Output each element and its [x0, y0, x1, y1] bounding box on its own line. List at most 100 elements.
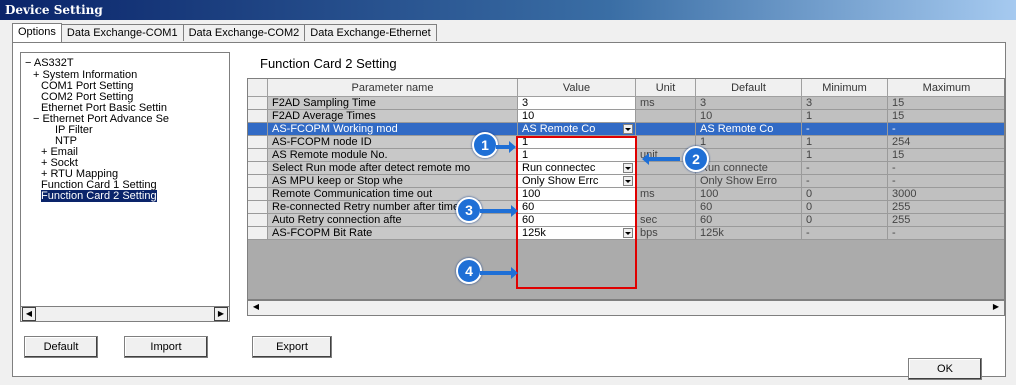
cell-max: -	[888, 162, 1004, 175]
cell-min: 1	[802, 110, 888, 123]
grid-horizontal-scrollbar[interactable]: ◀ ▶	[247, 300, 1005, 316]
cell-text: Only Show Erro	[700, 175, 778, 187]
cell-default: 100	[696, 188, 802, 201]
table-row[interactable]: F2AD Average Times 10 10 1 15	[248, 110, 1004, 123]
cell-text: 3	[700, 97, 707, 109]
tab-strip: Options Data Exchange-COM1 Data Exchange…	[12, 23, 437, 42]
tree-collapse-icon[interactable]: −	[33, 113, 39, 125]
cell-max: -	[888, 227, 1004, 240]
callout-badge-2: 2	[683, 146, 709, 172]
cell-default: 1	[696, 149, 802, 162]
tab-data-exchange-com2[interactable]: Data Exchange-COM2	[182, 24, 306, 41]
grid-scroll-left-icon[interactable]: ◀	[249, 301, 263, 315]
cell-default: Only Show Erro	[696, 175, 802, 188]
scroll-right-icon[interactable]: ▶	[214, 307, 228, 321]
device-setting-window: Device Setting Options Data Exchange-COM…	[0, 0, 1016, 385]
cell-unit: ms	[636, 188, 696, 201]
tree-horizontal-scrollbar[interactable]: ◀ ▶	[20, 306, 230, 322]
cell-text: ms	[640, 188, 655, 200]
cell-text: 10	[522, 110, 535, 122]
cell-default: Run connecte	[696, 162, 802, 175]
cell-max: 15	[888, 149, 1004, 162]
cell-text: sec	[640, 214, 658, 226]
tree-collapse-icon[interactable]: −	[25, 57, 34, 69]
header-value[interactable]: Value	[518, 79, 636, 97]
tree-item[interactable]: Function Card 2 Setting	[41, 190, 157, 202]
tree-expand-icon[interactable]: +	[33, 69, 39, 81]
cell-default: 3	[696, 97, 802, 110]
table-row[interactable]: F2AD Sampling Time 3 ms 3 3 15	[248, 97, 1004, 110]
cell-text: AS-FCOPM Working mod	[272, 123, 398, 135]
row-indicator[interactable]	[248, 175, 268, 188]
row-indicator[interactable]	[248, 149, 268, 162]
cell-text: 3000	[892, 188, 917, 200]
tab-data-exchange-com1[interactable]: Data Exchange-COM1	[60, 24, 184, 41]
tree-item-label: Function Card 2 Setting	[41, 190, 157, 202]
cell-min: -	[802, 162, 888, 175]
default-button[interactable]: Default	[24, 336, 98, 358]
export-button[interactable]: Export	[252, 336, 332, 358]
tree-item[interactable]: − Ethernet Port Advance Se	[33, 113, 169, 125]
header-unit[interactable]: Unit	[636, 79, 696, 97]
row-indicator[interactable]	[248, 227, 268, 240]
cell-text: 255	[892, 201, 911, 213]
scroll-left-icon[interactable]: ◀	[22, 307, 36, 321]
row-indicator[interactable]	[248, 110, 268, 123]
cell-default: AS Remote Co	[696, 123, 802, 136]
cell-text: -	[806, 175, 810, 187]
dropdown-arrow-icon[interactable]	[623, 124, 633, 134]
cell-name: Remote Communication time out	[268, 188, 518, 201]
cell-text: AS Remote Co	[700, 123, 774, 135]
cell-default: 10	[696, 110, 802, 123]
cell-text: 1	[806, 110, 813, 122]
callout-badge-3: 3	[456, 197, 482, 223]
window-title: Device Setting	[0, 0, 1016, 20]
tab-data-exchange-ethernet[interactable]: Data Exchange-Ethernet	[304, 24, 437, 41]
cell-unit: sec	[636, 214, 696, 227]
row-indicator[interactable]	[248, 188, 268, 201]
cell-value[interactable]: AS Remote Co	[518, 123, 636, 136]
cell-name: F2AD Average Times	[268, 110, 518, 123]
cell-text: 60	[700, 201, 713, 213]
header-parameter-name[interactable]: Parameter name	[268, 79, 518, 97]
cell-default: 60	[696, 214, 802, 227]
cell-text: -	[806, 162, 810, 174]
row-indicator[interactable]	[248, 136, 268, 149]
cell-text: -	[806, 227, 810, 239]
cell-text: AS Remote module No.	[272, 149, 388, 161]
tree-root[interactable]: − AS332T	[25, 57, 74, 69]
header-minimum[interactable]: Minimum	[802, 79, 888, 97]
cell-text: 0	[806, 201, 813, 213]
cell-min: 3	[802, 97, 888, 110]
row-indicator[interactable]	[248, 214, 268, 227]
row-indicator[interactable]	[248, 123, 268, 136]
cell-unit	[636, 123, 696, 136]
ok-button[interactable]: OK	[908, 358, 982, 380]
cell-text: 3	[522, 97, 529, 109]
header-default[interactable]: Default	[696, 79, 802, 97]
cell-unit	[636, 136, 696, 149]
header-maximum[interactable]: Maximum	[888, 79, 1004, 97]
cell-text: F2AD Average Times	[272, 110, 376, 122]
cell-text: 15	[892, 149, 905, 161]
import-button[interactable]: Import	[124, 336, 208, 358]
cell-text: 100	[700, 188, 719, 200]
grid-scroll-right-icon[interactable]: ▶	[989, 301, 1003, 315]
settings-tree[interactable]: − AS332T + System Information COM1 Port Se…	[20, 52, 230, 307]
cell-min: 0	[802, 214, 888, 227]
callout-badge-4: 4	[456, 258, 482, 284]
callout-badge-1: 1	[472, 132, 498, 158]
cell-value[interactable]: 3	[518, 97, 636, 110]
value-column-highlight-box	[516, 136, 637, 289]
cell-value[interactable]: 10	[518, 110, 636, 123]
row-indicator[interactable]	[248, 97, 268, 110]
tab-options[interactable]: Options	[12, 23, 62, 42]
row-indicator[interactable]	[248, 162, 268, 175]
cell-default: 125k	[696, 227, 802, 240]
table-row[interactable]: AS-FCOPM Working mod AS Remote Co AS Remot…	[248, 123, 1004, 136]
cell-text: -	[892, 227, 896, 239]
cell-max: 15	[888, 97, 1004, 110]
callout-arrow-3	[480, 205, 518, 217]
cell-min: 0	[802, 188, 888, 201]
row-indicator[interactable]	[248, 201, 268, 214]
